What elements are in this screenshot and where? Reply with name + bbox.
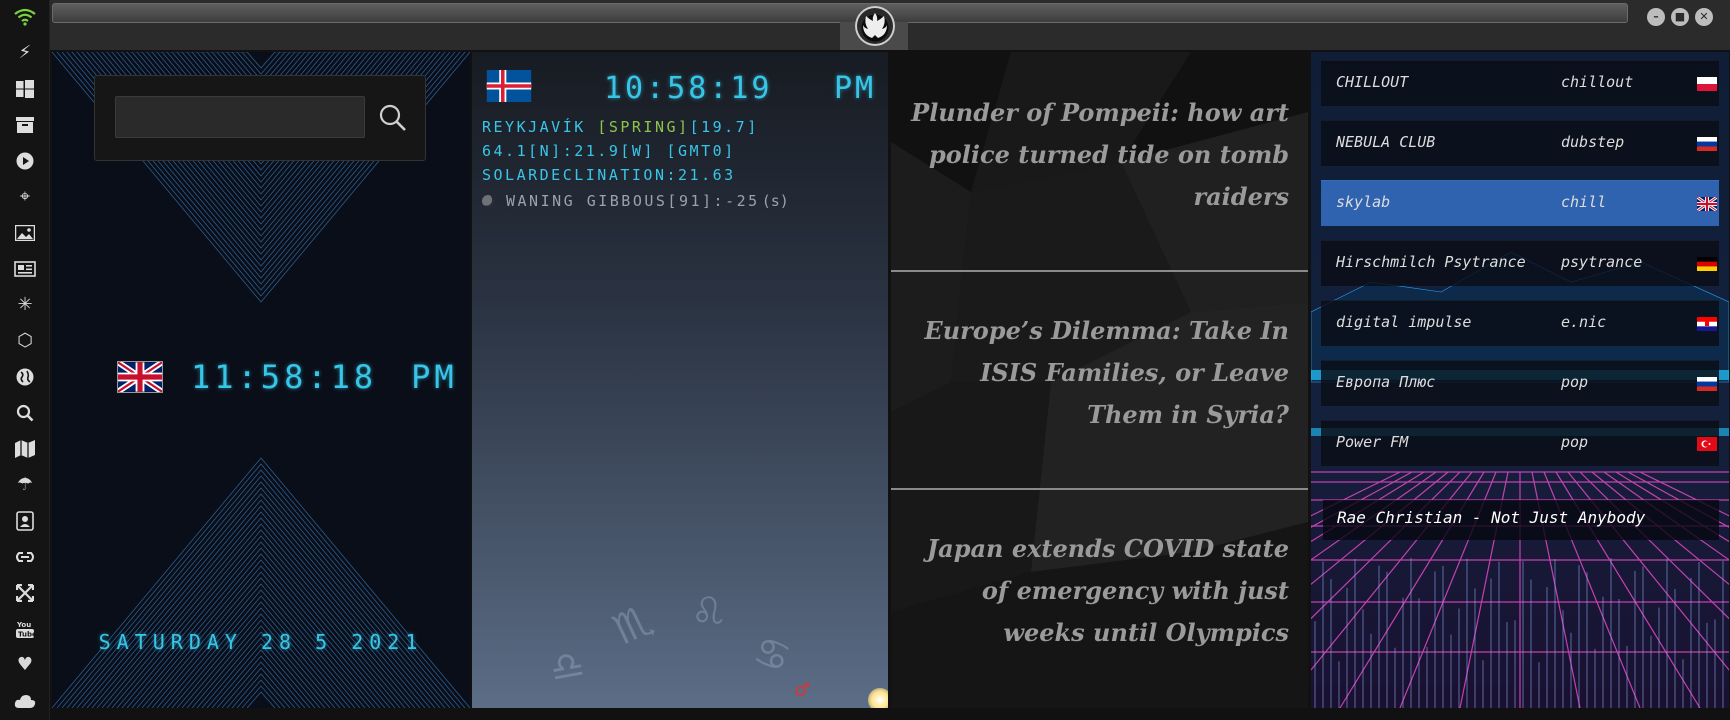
- minimize-button[interactable]: –: [1647, 8, 1665, 26]
- date-display: SATURDAY 28 5 2021: [98, 630, 424, 654]
- address-bar[interactable]: [52, 3, 1628, 23]
- bolt-icon[interactable]: ⚡: [12, 40, 38, 66]
- close-button[interactable]: ✕: [1695, 8, 1713, 26]
- station-genre: chillout: [1561, 73, 1634, 91]
- svg-text:You: You: [16, 621, 31, 629]
- station-row[interactable]: Hirschmilch Psytrance psytrance: [1321, 240, 1719, 286]
- station-row[interactable]: Power FM pop: [1321, 420, 1719, 466]
- uk-flag-icon: [117, 361, 163, 393]
- local-ampm: PM: [411, 358, 458, 396]
- now-playing: Rae Christian - Not Just Anybody: [1323, 500, 1719, 540]
- city-name: REYKJAVÍK: [482, 118, 586, 136]
- station-row[interactable]: skylab chill: [1321, 180, 1719, 226]
- image-icon[interactable]: [12, 220, 38, 246]
- map-icon[interactable]: [12, 436, 38, 462]
- map-pin-icon[interactable]: ⌖: [12, 184, 38, 210]
- maximize-button[interactable]: ■: [1671, 8, 1689, 26]
- moon-phase-unit: (s): [761, 192, 789, 210]
- expand-icon[interactable]: [12, 580, 38, 606]
- temperature: [19.7]: [689, 118, 759, 136]
- search-icon[interactable]: [12, 400, 38, 426]
- station-genre: psytrance: [1561, 253, 1643, 271]
- station-row[interactable]: CHILLOUT chillout: [1321, 60, 1719, 106]
- contact-icon[interactable]: [12, 508, 38, 534]
- news-headline[interactable]: Europe’s Dilemma: Take In ISIS Families,…: [911, 310, 1289, 436]
- coordinates: 64.1[N]:21.9[W] [GMT0]: [482, 142, 736, 160]
- location-line: REYKJAVÍK [SPRING][19.7]: [482, 118, 759, 136]
- local-clock: 11:58:18 PM: [117, 358, 458, 396]
- solar-declination: SOLARDECLINATION:21.63: [482, 166, 736, 184]
- close-icon: ✕: [1699, 10, 1709, 23]
- wifi-icon[interactable]: [12, 4, 38, 30]
- search-icon: [379, 104, 406, 131]
- world-ampm: PM: [834, 71, 877, 106]
- sun-icon: [868, 688, 888, 708]
- leo-icon: ♌: [684, 586, 732, 640]
- station-genre: pop: [1561, 373, 1589, 391]
- local-time: 11:58:18: [191, 358, 378, 396]
- news-panel: Plunder of Pompeii: how art police turne…: [891, 52, 1308, 708]
- moon-phase: WANING GIBBOUS[91]:-25 (s): [482, 192, 789, 210]
- station-name: Hirschmilch Psytrance: [1336, 253, 1526, 271]
- news-headline[interactable]: Plunder of Pompeii: how art police turne…: [911, 92, 1289, 218]
- station-name: digital impulse: [1336, 313, 1472, 331]
- libra-icon: ♎: [546, 641, 588, 691]
- clock-panel: 11:58:18 PM SATURDAY 28 5 2021: [52, 52, 470, 708]
- poland-flag-icon: [1697, 77, 1717, 91]
- iceland-flag-icon: [486, 70, 532, 102]
- mars-icon: ♂: [794, 680, 811, 701]
- youtube-icon[interactable]: You Tube: [12, 616, 38, 642]
- hexagon-icon[interactable]: ⬡: [12, 328, 38, 354]
- news-divider: [891, 488, 1308, 490]
- station-genre: dubstep: [1561, 133, 1625, 151]
- station-name: NEBULA CLUB: [1336, 133, 1436, 151]
- cancer-icon: ♋: [747, 627, 797, 683]
- cloud-icon[interactable]: [12, 688, 38, 714]
- search-input[interactable]: [115, 96, 365, 138]
- station-row[interactable]: NEBULA CLUB dubstep: [1321, 120, 1719, 166]
- station-genre: pop: [1561, 433, 1589, 451]
- moon-icon: [482, 195, 494, 207]
- season: [SPRING]: [597, 118, 690, 136]
- link-icon[interactable]: [12, 544, 38, 570]
- moon-phase-text: WANING GIBBOUS[91]:-25: [506, 192, 760, 210]
- radio-panel: CHILLOUT chillout NEBULA CLUB dubstep skylab…: [1311, 52, 1729, 708]
- world-time: 10:58:19: [604, 71, 773, 106]
- news-headline[interactable]: Japan extends COVID state of emergency w…: [911, 528, 1289, 654]
- station-name: Power FM: [1336, 433, 1409, 451]
- asterisk-icon[interactable]: ✳: [12, 292, 38, 318]
- world-clock-panel: 10:58:19 PM REYKJAVÍK [SPRING][19.7] 64.…: [472, 52, 888, 708]
- umbrella-icon[interactable]: ☂: [12, 472, 38, 498]
- minimize-icon: –: [1653, 10, 1659, 23]
- news-icon[interactable]: [12, 256, 38, 282]
- heart-icon[interactable]: ♥: [12, 652, 38, 678]
- station-row[interactable]: Европа Плюс pop: [1321, 360, 1719, 406]
- station-name: Европа Плюс: [1336, 373, 1436, 391]
- title-bar: – ■ ✕: [50, 0, 1730, 50]
- station-row[interactable]: digital impulse e.nic: [1321, 300, 1719, 346]
- russia-flag-icon: [1697, 377, 1717, 391]
- germany-flag-icon: [1697, 257, 1717, 271]
- icon-sidebar: ⚡ ⌖ ✳ ⬡ ☂ You Tube ♥: [0, 0, 50, 720]
- archive-icon[interactable]: [12, 112, 38, 138]
- station-name: CHILLOUT: [1336, 73, 1409, 91]
- united-kingdom-flag-icon: [1697, 197, 1717, 211]
- globe-icon[interactable]: [12, 364, 38, 390]
- decorative-chevron-bottom: [52, 457, 470, 708]
- station-genre: chill: [1561, 193, 1607, 211]
- croatia-flag-icon: [1697, 317, 1717, 331]
- turkey-flag-icon: [1697, 437, 1717, 451]
- svg-text:Tube: Tube: [18, 631, 34, 639]
- search-box: [94, 75, 426, 161]
- news-divider: [891, 270, 1308, 272]
- scorpio-icon: ♏: [605, 594, 661, 655]
- search-button[interactable]: [375, 100, 411, 136]
- rebel-alliance-logo[interactable]: [855, 6, 895, 46]
- russia-flag-icon: [1697, 137, 1717, 151]
- station-genre: e.nic: [1561, 313, 1607, 331]
- station-name: skylab: [1336, 193, 1391, 211]
- play-icon[interactable]: [12, 148, 38, 174]
- maximize-icon: ■: [1674, 10, 1686, 23]
- windows-icon[interactable]: [12, 76, 38, 102]
